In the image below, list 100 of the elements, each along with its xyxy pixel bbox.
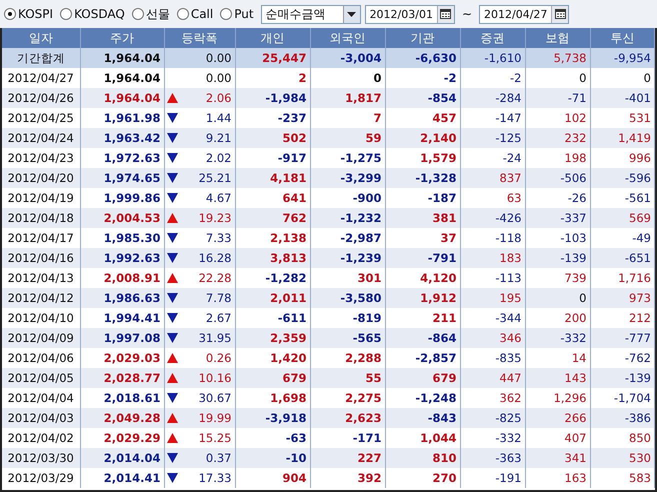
- change-value: 25.21: [198, 171, 232, 185]
- market-radio[interactable]: Put: [220, 7, 254, 21]
- net-buy-cell: -596: [590, 168, 654, 188]
- net-buy-cell: -49: [590, 228, 654, 248]
- net-buy-cell: 739: [525, 268, 590, 288]
- net-buy-cell: 102: [525, 108, 590, 128]
- column-header[interactable]: 개인: [235, 28, 310, 48]
- net-buy-cell: 850: [590, 428, 654, 448]
- net-buy-cell: 1,579: [385, 148, 460, 168]
- column-header[interactable]: 보험: [525, 28, 590, 48]
- net-buy-cell: -611: [235, 308, 310, 328]
- net-buy-cell: -3,918: [235, 408, 310, 428]
- net-buy-cell: -401: [590, 88, 654, 108]
- net-buy-cell: -854: [385, 88, 460, 108]
- column-header[interactable]: 기관: [385, 28, 460, 48]
- net-buy-cell: 4,120: [385, 268, 460, 288]
- column-header[interactable]: 외국인: [310, 28, 385, 48]
- net-buy-cell: -777: [590, 328, 654, 348]
- change-value: 2.02: [206, 151, 232, 165]
- net-buy-cell: 143: [525, 368, 590, 388]
- date-cell: 2012/04/25: [2, 108, 80, 128]
- market-radio[interactable]: KOSDAQ: [60, 7, 125, 21]
- column-header[interactable]: 일자: [2, 28, 80, 48]
- date-cell: 2012/04/12: [2, 288, 80, 308]
- calendar-icon: [554, 9, 566, 19]
- net-buy-cell: 407: [525, 428, 590, 448]
- price-cell: 2,029.29: [80, 428, 164, 448]
- net-buy-cell: -762: [590, 348, 654, 368]
- net-buy-cell: 2,275: [310, 388, 385, 408]
- change-value: 17.33: [198, 471, 232, 485]
- net-buy-cell: 1,716: [590, 268, 654, 288]
- price-cell: 2,028.77: [80, 368, 164, 388]
- date-cell: 2012/04/03: [2, 408, 80, 428]
- net-buy-cell: -825: [460, 408, 525, 428]
- net-buy-cell: -237: [235, 108, 310, 128]
- date-cell: 2012/04/19: [2, 188, 80, 208]
- date-cell: 2012/03/30: [2, 448, 80, 468]
- net-buy-cell: -900: [310, 188, 385, 208]
- end-date-field[interactable]: 2012/04/27: [479, 4, 570, 24]
- net-buy-cell: 346: [460, 328, 525, 348]
- net-buy-cell: -63: [235, 428, 310, 448]
- net-buy-cell: -2: [385, 68, 460, 88]
- net-buy-cell: 583: [590, 468, 654, 488]
- up-triangle-icon: [166, 413, 178, 423]
- down-triangle-icon: [166, 453, 178, 463]
- price-cell: 1,994.41: [80, 308, 164, 328]
- net-buy-cell: 0: [525, 288, 590, 308]
- change-value: 10.16: [198, 371, 232, 385]
- date-cell: 기간합계: [2, 48, 80, 68]
- date-cell: 2012/04/26: [2, 88, 80, 108]
- price-cell: 2,008.91: [80, 268, 164, 288]
- net-buy-cell: -9,954: [590, 48, 654, 68]
- up-triangle-icon: [166, 373, 178, 383]
- net-buy-cell: 457: [385, 108, 460, 128]
- net-buy-cell: 2,011: [235, 288, 310, 308]
- start-date-field[interactable]: 2012/03/01: [364, 4, 455, 24]
- net-buy-cell: -561: [590, 188, 654, 208]
- market-radio[interactable]: KOSPI: [4, 7, 54, 21]
- column-header[interactable]: 증권: [460, 28, 525, 48]
- net-buy-cell: -171: [310, 428, 385, 448]
- net-buy-cell: 198: [525, 148, 590, 168]
- net-buy-cell: 2,623: [310, 408, 385, 428]
- net-buy-cell: -3,299: [310, 168, 385, 188]
- net-buy-cell: 227: [310, 448, 385, 468]
- net-buy-cell: 810: [385, 448, 460, 468]
- mode-dropdown[interactable]: 순매수금액: [260, 4, 361, 24]
- net-buy-cell: -3,004: [310, 48, 385, 68]
- net-buy-cell: 1,296: [525, 388, 590, 408]
- net-buy-cell: -71: [525, 88, 590, 108]
- net-buy-cell: 502: [235, 128, 310, 148]
- net-buy-cell: 5,738: [525, 48, 590, 68]
- net-buy-cell: -103: [525, 228, 590, 248]
- net-buy-cell: 2,138: [235, 228, 310, 248]
- net-buy-cell: 211: [385, 308, 460, 328]
- date-cell: 2012/04/18: [2, 208, 80, 228]
- net-buy-cell: 163: [525, 468, 590, 488]
- net-buy-cell: -118: [460, 228, 525, 248]
- net-buy-cell: -26: [525, 188, 590, 208]
- net-buy-cell: 641: [235, 188, 310, 208]
- net-buy-cell: -139: [525, 248, 590, 268]
- up-triangle-icon: [166, 213, 178, 223]
- net-buy-cell: -337: [525, 208, 590, 228]
- column-header[interactable]: 등락폭: [164, 28, 235, 48]
- market-radio[interactable]: 선물: [132, 6, 170, 22]
- price-cell: 1,997.08: [80, 328, 164, 348]
- net-buy-cell: 37: [385, 228, 460, 248]
- date-cell: 2012/03/29: [2, 468, 80, 488]
- net-buy-cell: 762: [235, 208, 310, 228]
- net-buy-cell: -24: [460, 148, 525, 168]
- down-triangle-icon: [166, 113, 178, 123]
- column-header[interactable]: 주가: [80, 28, 164, 48]
- net-buy-cell: 679: [235, 368, 310, 388]
- down-triangle-icon: [166, 333, 178, 343]
- market-radio[interactable]: Call: [176, 7, 214, 21]
- change-value: 30.67: [198, 391, 232, 405]
- change-value: 0.26: [206, 351, 232, 365]
- net-buy-cell: 1,912: [385, 288, 460, 308]
- down-triangle-icon: [166, 233, 178, 243]
- column-header[interactable]: 투신: [590, 28, 654, 48]
- net-buy-cell: -10: [235, 448, 310, 468]
